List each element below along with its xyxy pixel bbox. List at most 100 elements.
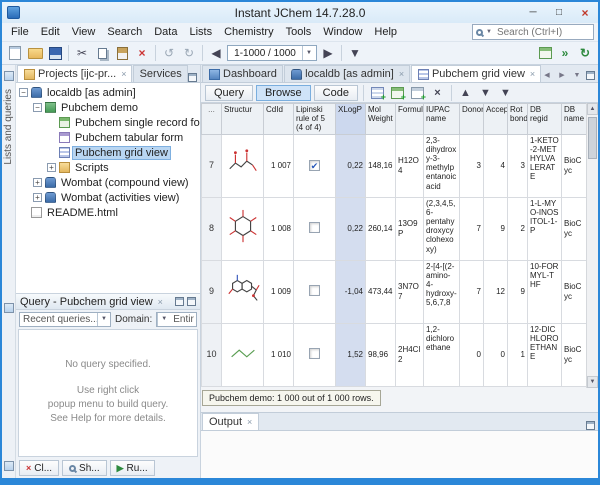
dbname-cell[interactable]: BioCyc [562, 260, 587, 323]
menu-help[interactable]: Help [368, 24, 403, 40]
goto-record-icon[interactable]: ▼ [346, 44, 364, 62]
maximize-panel-icon[interactable] [586, 421, 595, 430]
dbname-cell[interactable]: BioCyc [562, 323, 587, 386]
redo-icon[interactable]: ↻ [180, 44, 198, 62]
tab-close-icon[interactable]: × [399, 69, 404, 79]
move-down-icon[interactable]: ▼ [477, 85, 494, 101]
tree-item-wombat-compound[interactable]: + Wombat (compound view) [16, 175, 200, 190]
column-header-acceptors[interactable]: Accept [484, 104, 508, 135]
molweight-cell[interactable]: 98,96 [366, 323, 396, 386]
expander-icon[interactable]: + [33, 193, 42, 202]
clear-query-button[interactable]: × Cl... [19, 460, 59, 476]
add-code-view-icon[interactable] [409, 85, 426, 101]
row-number[interactable]: 7 [202, 134, 222, 197]
iupac-cell[interactable]: 2,3-dihydroxy-3-methylpentanoic acid [424, 134, 460, 197]
minimize-panel-icon[interactable] [187, 297, 196, 306]
next-record-icon[interactable]: ▶ [319, 44, 337, 62]
menu-chemistry[interactable]: Chemistry [218, 24, 280, 40]
tab-localdb[interactable]: localdb [as admin] × [284, 65, 410, 82]
tree-item-pubchem-demo[interactable]: − Pubchem demo [16, 100, 200, 115]
dbregid-cell[interactable]: 1-L-MYO-INOSITOL-1-P [528, 197, 562, 260]
donors-cell[interactable]: 3 [460, 134, 484, 197]
previous-record-icon[interactable]: ◀ [207, 44, 225, 62]
structure-cell[interactable] [222, 134, 264, 197]
close-button[interactable]: × [572, 3, 598, 22]
column-header-donors[interactable]: Donors [460, 104, 484, 135]
column-header-dbregid[interactable]: DB regid [528, 104, 562, 135]
formula-cell[interactable]: 2H4Cl2 [396, 323, 424, 386]
record-range-dropdown-icon[interactable]: ▼ [302, 46, 315, 60]
query-panel-close-icon[interactable]: × [158, 297, 163, 307]
formula-cell[interactable]: 13O9P [396, 197, 424, 260]
lipinski-cell[interactable] [294, 323, 336, 386]
iupac-cell[interactable]: (2,3,4,5,6-pentahydroxycyclohexoxy) [424, 197, 460, 260]
donors-cell[interactable]: 0 [460, 323, 484, 386]
save-all-icon[interactable] [46, 44, 64, 62]
scrollbar-thumb[interactable] [588, 117, 597, 159]
menu-tools[interactable]: Tools [280, 24, 318, 40]
rotbonds-cell[interactable]: 3 [508, 134, 528, 197]
lists-and-queries-dock-icon[interactable] [4, 71, 14, 81]
open-project-icon[interactable] [26, 44, 44, 62]
tree-item-wombat-activities[interactable]: + Wombat (activities view) [16, 190, 200, 205]
menu-file[interactable]: File [5, 24, 35, 40]
lipinski-checkbox[interactable] [309, 222, 320, 233]
recent-queries-dropdown-icon[interactable]: ▼ [97, 313, 110, 326]
column-header-iupac[interactable]: IUPAC name [424, 104, 460, 135]
dbregid-cell[interactable]: 10-FORMYL-THF [528, 260, 562, 323]
view-options-dropdown-icon[interactable]: ▼ [497, 85, 514, 101]
scroll-tabs-right-icon[interactable]: ▶ [556, 68, 568, 82]
menu-lists[interactable]: Lists [183, 24, 218, 40]
minimized-window-dock-icon-2[interactable] [4, 461, 14, 471]
tab-close-icon[interactable]: × [121, 69, 126, 79]
donors-cell[interactable]: 7 [460, 260, 484, 323]
lipinski-checkbox[interactable] [309, 348, 320, 359]
float-panel-icon[interactable] [175, 297, 184, 306]
column-header-structure[interactable]: Structur [222, 104, 264, 135]
recent-queries-combo[interactable]: Recent queries... ▼ [19, 312, 111, 327]
add-form-view-icon[interactable] [389, 85, 406, 101]
lists-and-queries-dock-label[interactable]: Lists and queries [3, 89, 14, 165]
quick-search[interactable]: ▼ [472, 24, 594, 40]
run-query-button[interactable]: ▶ Ru... [110, 460, 155, 476]
copy-icon[interactable] [93, 44, 111, 62]
expander-icon[interactable]: + [47, 163, 56, 172]
row-number[interactable]: 9 [202, 260, 222, 323]
xlogp-cell[interactable]: 0,22 [336, 197, 366, 260]
scroll-up-icon[interactable]: ▲ [587, 103, 598, 115]
query-mode-button[interactable]: Query [205, 85, 253, 101]
paste-icon[interactable] [113, 44, 131, 62]
expander-icon[interactable]: − [19, 88, 28, 97]
move-up-icon[interactable]: ▲ [457, 85, 474, 101]
acceptors-cell[interactable]: 4 [484, 134, 508, 197]
rotbonds-cell[interactable]: 2 [508, 197, 528, 260]
menu-view[interactable]: View [66, 24, 102, 40]
lipinski-checkbox[interactable] [309, 285, 320, 296]
domain-combo[interactable]: ▼ Entir [156, 312, 197, 327]
iupac-cell[interactable]: 2-[4-[(2-amino-4-hydroxy-5,6,7,8 [424, 260, 460, 323]
menu-window[interactable]: Window [317, 24, 368, 40]
molweight-cell[interactable]: 148,16 [366, 134, 396, 197]
show-query-button[interactable]: Sh... [62, 460, 107, 476]
column-header-xlogp[interactable]: XLogP [336, 104, 366, 135]
formula-cell[interactable]: H12O4 [396, 134, 424, 197]
column-header-dbname[interactable]: DB name [562, 104, 587, 135]
tree-item-readme[interactable]: README.html [16, 205, 200, 220]
xlogp-cell[interactable]: 1,52 [336, 323, 366, 386]
column-header-rownum[interactable]: ... [202, 104, 222, 135]
dbregid-cell[interactable]: 12-DICHLOROETHANE [528, 323, 562, 386]
browse-mode-button[interactable]: Browse [256, 85, 311, 101]
lipinski-cell[interactable] [294, 260, 336, 323]
dbname-cell[interactable]: BioCyc [562, 197, 587, 260]
menu-edit[interactable]: Edit [35, 24, 66, 40]
scroll-tabs-left-icon[interactable]: ◀ [541, 68, 553, 82]
cdid-cell[interactable]: 1 007 [264, 134, 294, 197]
domain-dropdown-icon[interactable]: ▼ [157, 313, 170, 326]
search-input[interactable] [495, 26, 581, 39]
column-header-rotbonds[interactable]: Rot bonds [508, 104, 528, 135]
acceptors-cell[interactable]: 12 [484, 260, 508, 323]
iupac-cell[interactable]: 1,2-dichloroethane [424, 323, 460, 386]
dbname-cell[interactable]: BioCyc [562, 134, 587, 197]
tree-item-tabular-form[interactable]: Pubchem tabular form [16, 130, 200, 145]
new-view-icon[interactable] [536, 44, 554, 62]
